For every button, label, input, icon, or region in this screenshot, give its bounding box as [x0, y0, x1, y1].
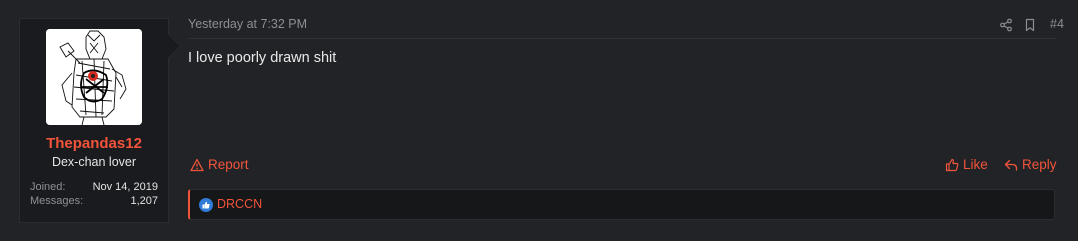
stat-joined-value: Nov 14, 2019	[92, 181, 158, 193]
post-number[interactable]: #4	[1050, 17, 1064, 31]
user-cell-arrow	[168, 34, 180, 58]
share-icon[interactable]	[999, 18, 1013, 32]
reply-icon	[1004, 159, 1018, 171]
header-divider	[188, 38, 1056, 39]
like-button[interactable]: Like	[945, 157, 988, 172]
user-title: Dex-chan lover	[51, 155, 137, 169]
stat-messages-label: Messages:	[30, 195, 84, 207]
post-message: I love poorly drawn shit	[188, 50, 337, 66]
post-timestamp[interactable]: Yesterday at 7:32 PM	[188, 17, 307, 31]
reactions-bar[interactable]: DRCCN	[188, 189, 1055, 220]
stat-joined-label: Joined:	[30, 181, 66, 193]
user-cell: Thepandas12 Dex-chan lover Joined: Nov 1…	[19, 18, 169, 223]
username[interactable]: Thepandas12	[20, 135, 168, 152]
warning-icon	[190, 158, 204, 171]
avatar[interactable]	[46, 29, 142, 125]
stat-messages-value: 1,207	[130, 195, 158, 207]
report-button[interactable]: Report	[190, 157, 249, 172]
reply-button[interactable]: Reply	[1004, 157, 1057, 172]
report-label: Report	[208, 157, 249, 172]
reply-label: Reply	[1022, 157, 1057, 172]
like-label: Like	[963, 157, 988, 172]
like-reaction-icon	[199, 198, 213, 212]
post: Thepandas12 Dex-chan lover Joined: Nov 1…	[0, 0, 1078, 241]
reaction-users[interactable]: DRCCN	[217, 197, 262, 211]
thumbs-up-icon	[945, 158, 959, 171]
bookmark-icon[interactable]	[1023, 18, 1037, 32]
avatar-drawing	[46, 29, 142, 125]
